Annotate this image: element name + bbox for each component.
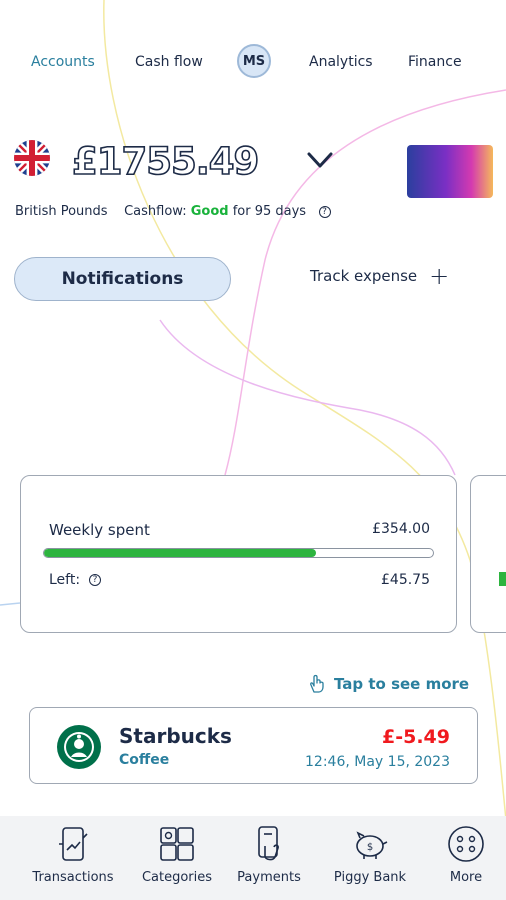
nav-categories-label: Categories [141,870,213,885]
track-expense-button[interactable]: Track expense + [310,264,449,288]
weekly-spent-label: Weekly spent [49,521,150,539]
avatar[interactable]: MS [237,44,271,78]
left-amount: £45.75 [381,572,430,588]
left-label-text: Left: [49,572,81,588]
transaction-item[interactable]: Starbucks Coffee £-5.49 12:46, May 15, 2… [29,707,478,784]
payments-icon [258,826,279,861]
weekly-progress-bar [43,548,434,558]
nav-categories[interactable]: Categories [137,824,217,885]
transaction-datetime: 12:46, May 15, 2023 [305,754,450,770]
transaction-category: Coffee [119,752,170,768]
bottom-navigation: Transactions Categories Payments $ Piggy… [0,816,506,900]
help-icon[interactable]: ? [88,574,101,586]
help-icon[interactable]: ? [318,205,331,218]
currency-name: British Pounds [15,204,108,219]
nav-piggy-bank-label: Piggy Bank [333,870,407,885]
balance-subline: British Pounds Cashflow: Good for 95 day… [15,204,331,219]
tab-analytics[interactable]: Analytics [309,54,373,70]
cashflow-prefix: Cashflow: [124,204,187,219]
next-card-peek[interactable] [470,475,506,633]
weekly-progress-fill [44,549,317,557]
nav-transactions[interactable]: Transactions [28,824,118,885]
nav-more[interactable]: More [436,824,496,885]
tap-to-see-more[interactable]: Tap to see more [308,674,469,694]
track-expense-label: Track expense [310,267,418,285]
piggy-bank-icon: $ [356,831,388,859]
tab-accounts[interactable]: Accounts [31,54,95,70]
weekly-spent-card[interactable]: Weekly spent £354.00 Left: ? £45.75 [20,475,457,633]
svg-text:$: $ [367,842,373,853]
left-label: Left: ? [49,572,101,588]
merchant-name: Starbucks [119,724,232,748]
tab-finance[interactable]: Finance [408,54,462,70]
nav-payments[interactable]: Payments [230,824,308,885]
weekly-spent-amount: £354.00 [372,521,430,537]
nav-piggy-bank[interactable]: $ Piggy Bank [327,824,413,885]
starbucks-logo-icon [57,725,101,769]
hand-pointer-icon [310,674,324,693]
top-navigation: Accounts Cash flow MS Analytics Finance [0,42,506,82]
tap-hint-label: Tap to see more [334,675,470,693]
plus-icon: + [429,262,450,290]
cashflow-status: Good [190,204,229,219]
chevron-down-icon[interactable] [305,148,335,172]
nav-more-label: More [449,870,483,885]
transactions-icon [59,827,88,861]
tab-cash-flow[interactable]: Cash flow [135,54,203,70]
uk-flag-icon [14,140,50,176]
nav-payments-label: Payments [237,870,301,885]
balance-amount: £1755.49 [71,139,260,184]
notifications-button[interactable]: Notifications [14,257,231,301]
cashflow-suffix: for 95 days [232,204,307,219]
more-icon [448,826,484,862]
peek-progress [499,572,506,586]
nav-transactions-label: Transactions [32,870,114,885]
card-thumbnail[interactable] [407,145,493,198]
categories-icon [160,827,194,861]
transaction-amount: £-5.49 [382,726,450,748]
